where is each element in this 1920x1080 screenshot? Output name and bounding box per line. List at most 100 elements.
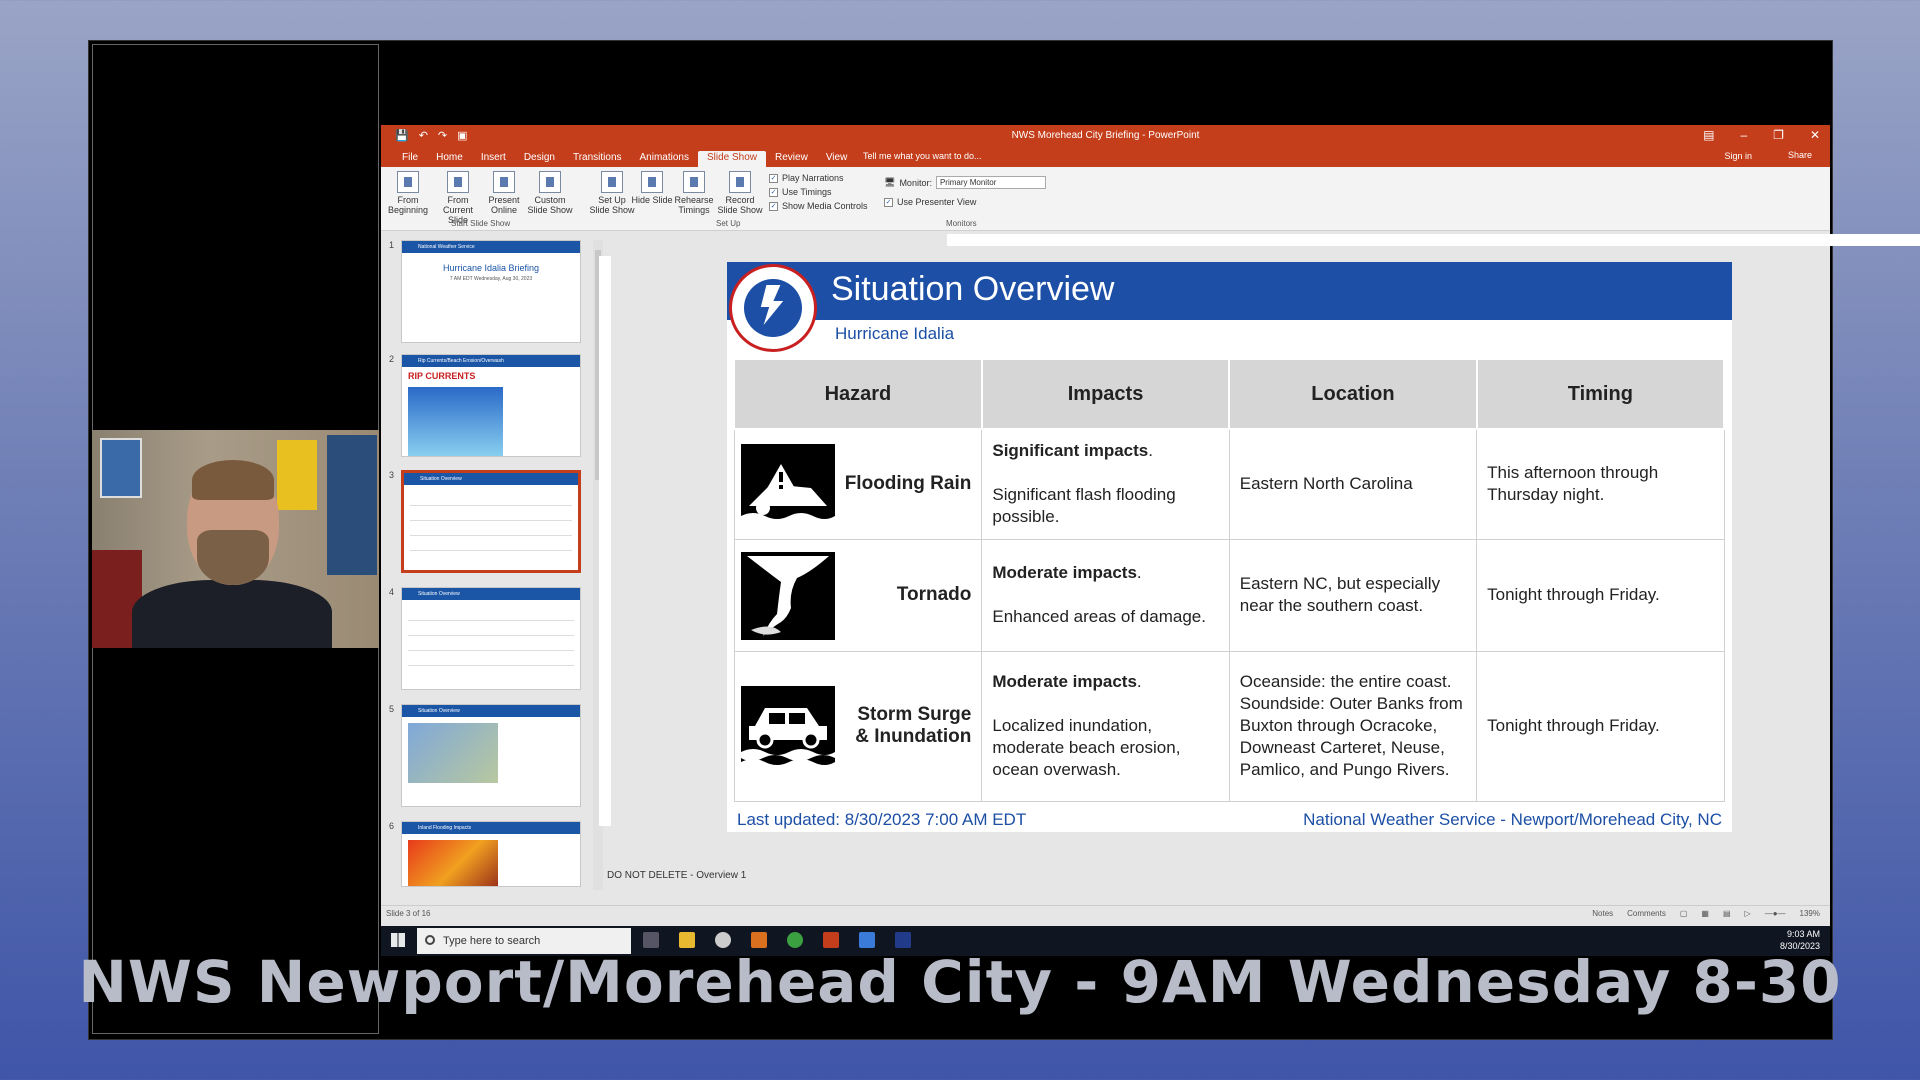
thumb-rip-image — [408, 387, 503, 456]
minimize-icon[interactable]: – — [1740, 128, 1747, 142]
impact-level: Moderate impacts — [992, 672, 1137, 691]
slide-thumbnail-2[interactable]: Rip Currents/Beach Erosion/Overwash RIP C… — [401, 354, 581, 457]
app-icon[interactable] — [895, 932, 911, 948]
tab-insert[interactable]: Insert — [472, 151, 515, 167]
snowflake-app-icon[interactable] — [859, 932, 875, 948]
task-view-icon[interactable] — [643, 932, 659, 948]
powerpoint-icon[interactable] — [823, 932, 839, 948]
monitor-selector: 🖥 Monitor: Primary Monitor — [884, 176, 1046, 189]
zoom-level[interactable]: 139% — [1800, 909, 1820, 918]
rehearse-label: Rehearse Timings — [674, 195, 714, 215]
zoom-slider[interactable]: —●— — [1765, 909, 1786, 918]
reading-view-icon[interactable]: ▤ — [1723, 909, 1731, 918]
slide-thumbnail-6[interactable]: Inland Flooding Impacts — [401, 821, 581, 887]
slide-footer: Last updated: 8/30/2023 7:00 AM EDT Nati… — [737, 810, 1722, 830]
last-updated: Last updated: 8/30/2023 7:00 AM EDT — [737, 810, 1027, 829]
notes-pane[interactable]: DO NOT DELETE - Overview 1 — [607, 870, 746, 881]
from-beginning-button[interactable]: From Beginning — [385, 171, 431, 215]
chrome-icon[interactable] — [787, 932, 803, 948]
tab-home[interactable]: Home — [427, 151, 472, 167]
windows-start-icon[interactable] — [391, 933, 405, 947]
normal-view-icon[interactable]: ▢ — [1680, 909, 1688, 918]
show-media-controls-checkbox[interactable]: ✓ Show Media Controls — [769, 201, 868, 211]
record-slide-show-button[interactable]: Record Slide Show — [717, 171, 763, 215]
file-explorer-icon[interactable] — [679, 932, 695, 948]
slide-editor: Situation Overview Hurricane Idalia Haza… — [599, 232, 1920, 862]
record-label: Record Slide Show — [717, 195, 763, 215]
tab-view[interactable]: View — [817, 151, 857, 167]
thumb-table — [408, 606, 574, 666]
checkbox-checked-icon: ✓ — [769, 173, 778, 183]
slideshow-view-icon[interactable]: ▷ — [1745, 909, 1751, 918]
location-cell: Eastern North Carolina — [1228, 428, 1478, 540]
close-icon[interactable]: ✕ — [1810, 128, 1820, 142]
play-narrations-label: Play Narrations — [782, 173, 844, 183]
storm-surge-icon — [740, 685, 835, 768]
ribbon: From Beginning From Current Slide Presen… — [381, 167, 1830, 231]
tab-slide-show[interactable]: Slide Show — [697, 151, 767, 167]
slide-thumbnail-4[interactable]: Situation Overview — [401, 587, 581, 690]
tab-design[interactable]: Design — [515, 151, 564, 167]
share-button[interactable]: Share — [1788, 150, 1812, 160]
group-start-slide-show: Start Slide Show — [451, 219, 511, 228]
thumb-number: 3 — [389, 470, 395, 480]
present-online-button[interactable]: Present Online — [481, 171, 527, 215]
custom-slide-show-button[interactable]: Custom Slide Show — [527, 171, 573, 215]
slide-thumbnail-3[interactable]: Situation Overview — [401, 470, 581, 573]
play-narrations-checkbox[interactable]: ✓ Play Narrations — [769, 173, 844, 183]
slide-subtitle: Hurricane Idalia — [835, 324, 955, 343]
timing-cell: Tonight through Friday. — [1476, 650, 1725, 802]
present-online-label: Present Online — [488, 195, 520, 215]
tornado-icon — [740, 551, 835, 640]
checkbox-checked-icon: ✓ — [769, 187, 778, 197]
thumb-number: 6 — [389, 821, 395, 831]
window-title: NWS Morehead City Briefing - PowerPoint — [1011, 130, 1200, 141]
table-row: Tornado Moderate impacts. Enhanced areas … — [733, 538, 1725, 652]
footer-office: National Weather Service - Newport/Moreh… — [1303, 810, 1722, 829]
impact-level: Significant impacts — [992, 441, 1149, 461]
from-current-slide-button[interactable]: From Current Slide — [435, 171, 481, 225]
monitor-dropdown[interactable]: Primary Monitor — [935, 176, 1046, 189]
paint-icon[interactable] — [751, 932, 767, 948]
comments-button[interactable]: Comments — [1627, 909, 1666, 918]
clock-time: 9:03 AM — [1786, 929, 1820, 939]
hazard-cell: Flooding Rain — [733, 428, 983, 540]
impacts-cell: Moderate impacts. Localized inundation, m… — [981, 650, 1230, 802]
use-timings-checkbox[interactable]: ✓ Use Timings — [769, 187, 832, 197]
tab-transitions[interactable]: Transitions — [564, 151, 631, 167]
search-icon — [425, 935, 435, 945]
slide-thumbnails-pane: 1 National Weather Service Hurricane Idal… — [381, 232, 597, 894]
notes-button[interactable]: Notes — [1592, 909, 1613, 918]
slide-sorter-icon[interactable]: ▦ — [1701, 909, 1709, 918]
group-monitors: Monitors — [946, 219, 977, 228]
location-cell: Eastern NC, but especially near the sout… — [1228, 538, 1478, 652]
ribbon-display-icon[interactable]: ▤ — [1703, 128, 1714, 142]
app-icon[interactable] — [715, 932, 731, 948]
flood-car-icon — [740, 444, 835, 526]
search-placeholder: Type here to search — [443, 935, 541, 947]
rehearse-timings-button[interactable]: Rehearse Timings — [671, 171, 717, 215]
slide-thumbnail-5[interactable]: Situation Overview — [401, 704, 581, 807]
location-cell: Oceanside: the entire coast. Soundside: … — [1228, 650, 1478, 802]
tab-review[interactable]: Review — [766, 151, 817, 167]
vertical-ruler — [599, 256, 611, 826]
timing-cell: Tonight through Friday. — [1476, 538, 1725, 652]
hide-slide-button[interactable]: Hide Slide — [629, 171, 675, 205]
header-timing: Timing — [1475, 358, 1726, 430]
hide-slide-label: Hide Slide — [631, 195, 673, 205]
sign-in-link[interactable]: Sign in — [1724, 151, 1752, 161]
use-presenter-view-checkbox[interactable]: ✓ Use Presenter View — [884, 197, 976, 207]
slide-thumbnail-1[interactable]: National Weather Service Hurricane Idalia… — [401, 240, 581, 343]
current-slide[interactable]: Situation Overview Hurricane Idalia Haza… — [727, 262, 1732, 832]
presenter-view-label: Use Presenter View — [897, 197, 977, 207]
tab-file[interactable]: File — [393, 151, 427, 167]
thumb-title: RIP CURRENTS — [408, 371, 476, 381]
powerpoint-window: 💾 ↶ ↷ ▣ NWS Morehead City Briefing - PowerP… — [381, 125, 1920, 955]
restore-icon[interactable]: ❐ — [1773, 128, 1784, 142]
tab-animations[interactable]: Animations — [631, 151, 698, 167]
tell-me-search[interactable]: Tell me what you want to do... — [863, 151, 982, 161]
monitor-label: Monitor: — [899, 177, 932, 188]
thumb-header: Situation Overview — [402, 705, 580, 717]
use-timings-label: Use Timings — [782, 187, 832, 197]
situation-table: Hazard Impacts Location Timing Flooding … — [733, 358, 1726, 802]
